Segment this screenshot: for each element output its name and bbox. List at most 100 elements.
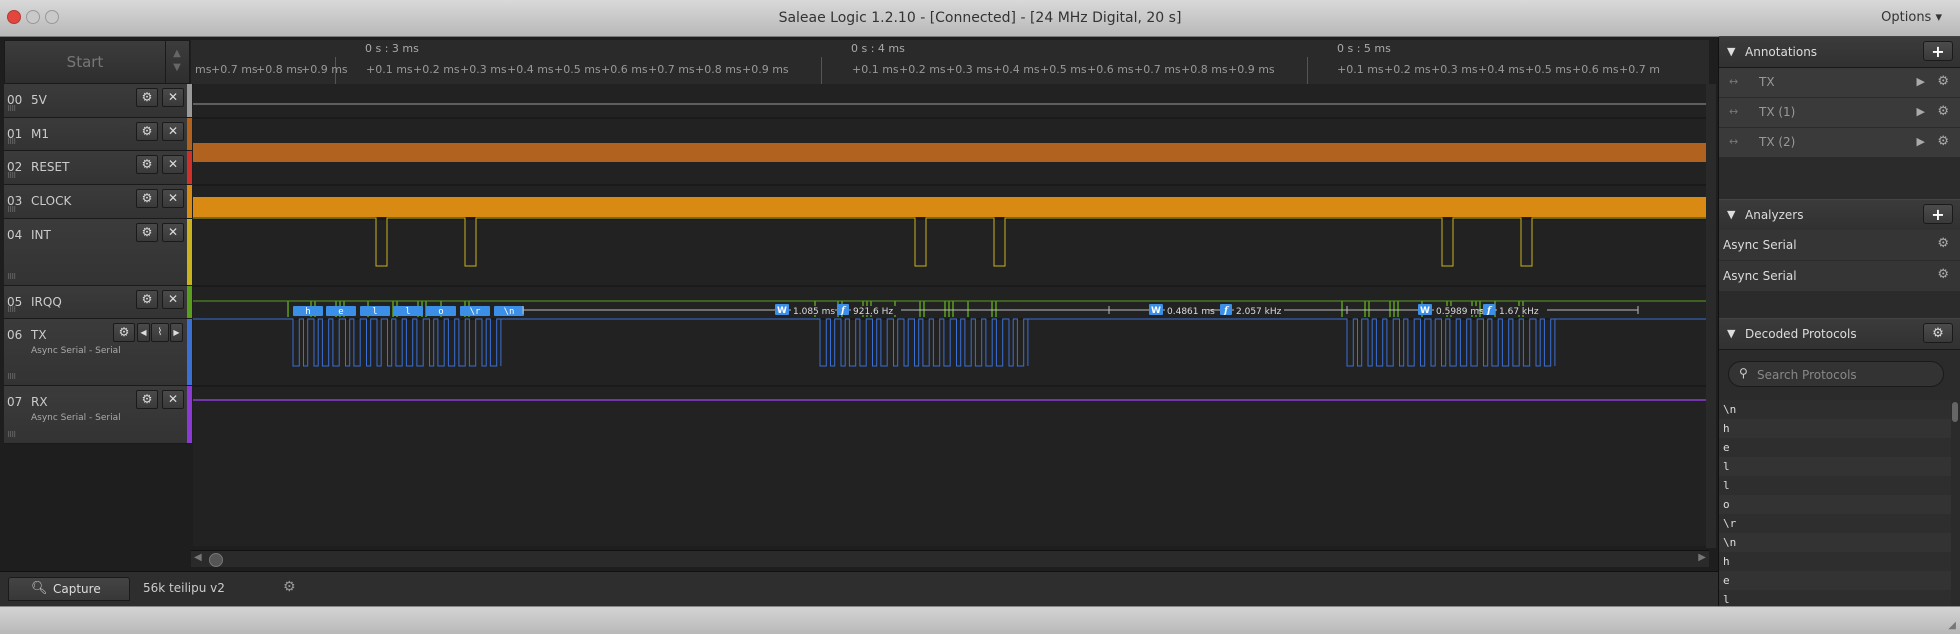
analyzer-name: Async Serial: [1723, 238, 1797, 252]
decoded-item[interactable]: l: [1719, 457, 1951, 476]
channel-close-icon[interactable]: ✕: [162, 122, 184, 141]
gear-icon[interactable]: ⚙: [1937, 104, 1949, 119]
scroll-right-icon[interactable]: ▶: [1698, 552, 1706, 563]
channel-close-icon[interactable]: ✕: [162, 88, 184, 107]
decoded-item[interactable]: e: [1719, 438, 1951, 457]
channel-row[interactable]: 01 M1 ⚙ ✕ ⠿⠿: [4, 118, 190, 151]
channel-close-icon[interactable]: ✕: [162, 155, 184, 174]
decoded-item[interactable]: e: [1719, 571, 1951, 590]
tab-gear-icon[interactable]: ⚙: [283, 579, 296, 595]
annotation-item[interactable]: ↔ TX (1) ▶ ⚙: [1719, 98, 1960, 128]
time-ruler[interactable]: 0 s : 3 ms 0 s : 4 ms 0 s : 5 ms ms +0.7 ms +…: [191, 40, 1709, 85]
start-button[interactable]: Start: [5, 41, 166, 83]
drag-handle-icon[interactable]: ⠿⠿: [7, 206, 16, 214]
collapse-triangle-icon[interactable]: ▼: [1727, 327, 1735, 340]
channel-row[interactable]: 05 IRQQ ⚙ ✕ ⠿⠿: [4, 286, 190, 319]
drag-handle-icon[interactable]: ⠿⠿: [7, 105, 16, 113]
decoded-list[interactable]: \n h e l l o \r \n h e l: [1719, 400, 1951, 606]
gear-icon[interactable]: ⚙: [1937, 267, 1949, 282]
drag-handle-icon[interactable]: ⠿⠿: [7, 172, 16, 180]
channel-row[interactable]: 00 5V ⚙ ✕ ⠿⠿: [4, 84, 190, 118]
ruler-minor-label: +0.1 ms: [1337, 63, 1384, 76]
channel-name[interactable]: RX: [31, 395, 48, 409]
decoded-settings-button[interactable]: ⚙: [1923, 323, 1953, 343]
ruler-minor-label: ms: [195, 63, 212, 76]
channel-name[interactable]: RESET: [31, 160, 69, 174]
start-options-stepper[interactable]: ▲ ▼: [169, 47, 185, 77]
decoded-item[interactable]: h: [1719, 419, 1951, 438]
analyzer-item[interactable]: Async Serial ⚙: [1719, 230, 1960, 261]
channel-settings-gear-icon[interactable]: ⚙: [136, 122, 158, 141]
ruler-minor-label: +0.7 m: [1619, 63, 1660, 76]
channel-settings-gear-icon[interactable]: ⚙: [113, 323, 135, 342]
decoded-item[interactable]: \n: [1719, 533, 1951, 552]
channel-settings-gear-icon[interactable]: ⚙: [136, 155, 158, 174]
add-analyzer-button[interactable]: +: [1923, 204, 1953, 224]
channel-close-icon[interactable]: ✕: [162, 290, 184, 309]
decoded-item[interactable]: \r: [1719, 514, 1951, 533]
next-edge-icon[interactable]: ▶: [170, 323, 183, 342]
channel-close-icon[interactable]: ✕: [162, 390, 184, 409]
collapse-triangle-icon[interactable]: ▼: [1727, 208, 1735, 221]
resize-grip-icon[interactable]: ◢: [1948, 620, 1956, 631]
channel-name[interactable]: CLOCK: [31, 194, 71, 208]
channel-name[interactable]: M1: [31, 127, 49, 141]
channel-settings-gear-icon[interactable]: ⚙: [136, 189, 158, 208]
play-icon[interactable]: ▶: [1917, 105, 1925, 118]
prev-edge-icon[interactable]: ◀: [137, 323, 150, 342]
horizontal-scrollbar[interactable]: ◀ ▶: [191, 550, 1709, 567]
gear-icon[interactable]: ⚙: [1937, 74, 1949, 89]
play-icon[interactable]: ▶: [1917, 135, 1925, 148]
scroll-left-icon[interactable]: ◀: [194, 552, 202, 563]
play-icon[interactable]: ▶: [1917, 75, 1925, 88]
search-input[interactable]: [1755, 365, 1939, 385]
channel-settings-gear-icon[interactable]: ⚙: [136, 88, 158, 107]
channel-name[interactable]: TX: [31, 328, 47, 342]
tab-capture[interactable]: 🔍︎ Capture: [8, 577, 130, 601]
add-annotation-button[interactable]: +: [1923, 41, 1953, 61]
channel-settings-gear-icon[interactable]: ⚙: [136, 390, 158, 409]
drag-handle-icon[interactable]: ⠿⠿: [7, 138, 16, 146]
waveform-area[interactable]: h e l l o \r \n W 1.085 ms f 921.6 Hz W 0.4861 ms f 2.…: [193, 84, 1709, 546]
drag-handle-icon[interactable]: ⠿⠿: [7, 273, 16, 281]
resize-arrows-icon: ↔: [1729, 105, 1739, 118]
decoded-item[interactable]: \n: [1719, 400, 1951, 419]
vertical-scrollbar[interactable]: [1706, 84, 1716, 548]
drag-handle-icon[interactable]: ⠿⠿: [7, 373, 16, 381]
channel-close-icon[interactable]: ✕: [162, 189, 184, 208]
channel-row[interactable]: 06 TX Async Serial - Serial ⚙ ◀ ⌇ ▶ ⠿⠿: [4, 319, 190, 386]
channel-close-icon[interactable]: ✕: [162, 223, 184, 242]
channel-row[interactable]: 02 RESET ⚙ ✕ ⠿⠿: [4, 151, 190, 185]
channel-row[interactable]: 07 RX Async Serial - Serial ⚙ ✕ ⠿⠿: [4, 386, 190, 444]
decoded-item[interactable]: h: [1719, 552, 1951, 571]
channel-settings-gear-icon[interactable]: ⚙: [136, 290, 158, 309]
scroll-thumb[interactable]: [209, 553, 223, 567]
edge-trigger-icon[interactable]: ⌇: [151, 323, 169, 342]
channel-name[interactable]: INT: [31, 228, 51, 242]
analyzers-title: Analyzers: [1745, 208, 1804, 222]
drag-handle-icon[interactable]: ⠿⠿: [7, 431, 16, 439]
gear-icon[interactable]: ⚙: [1937, 236, 1949, 251]
channel-name[interactable]: IRQQ: [31, 295, 62, 309]
decoded-item[interactable]: l: [1719, 476, 1951, 495]
analyzer-item[interactable]: Async Serial ⚙: [1719, 261, 1960, 292]
ruler-minor-label: +0.3 ms: [460, 63, 507, 76]
collapse-triangle-icon[interactable]: ▼: [1727, 45, 1735, 58]
decode-bubble-label: h: [305, 307, 310, 317]
channel-row[interactable]: 03 CLOCK ⚙ ✕ ⠿⠿: [4, 185, 190, 219]
annotation-item[interactable]: ↔ TX (2) ▶ ⚙: [1719, 128, 1960, 158]
decoded-item[interactable]: l: [1719, 590, 1951, 606]
ruler-minor-label: +0.2 ms: [413, 63, 460, 76]
width-badge-label: W: [1151, 306, 1161, 316]
decoded-scroll-thumb[interactable]: [1952, 402, 1958, 422]
drag-handle-icon[interactable]: ⠿⠿: [7, 306, 16, 314]
annotation-item[interactable]: ↔ TX ▶ ⚙: [1719, 68, 1960, 98]
channel-row[interactable]: 04 INT ⚙ ✕ ⠿⠿: [4, 219, 190, 286]
decoded-scrollbar[interactable]: [1951, 400, 1959, 606]
tab-session[interactable]: 56k teilipu v2: [143, 581, 225, 595]
channel-settings-gear-icon[interactable]: ⚙: [136, 223, 158, 242]
decoded-item[interactable]: o: [1719, 495, 1951, 514]
channel-name[interactable]: 5V: [31, 93, 47, 107]
options-menu[interactable]: Options ▾: [1881, 10, 1942, 25]
gear-icon[interactable]: ⚙: [1937, 134, 1949, 149]
